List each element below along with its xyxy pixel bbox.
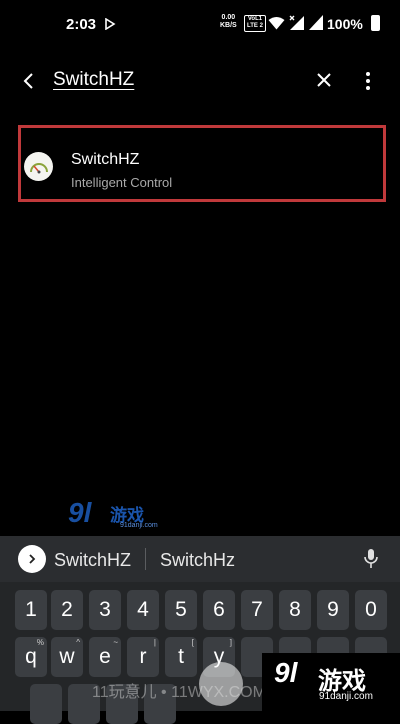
network-speed-value: 0.00 bbox=[221, 14, 236, 21]
watermark-text: 11玩意儿 • 11WYX.COM bbox=[92, 684, 266, 701]
play-store-notification-icon bbox=[104, 17, 116, 35]
key-3[interactable]: 3 bbox=[89, 590, 121, 630]
key-w-label: w bbox=[59, 645, 75, 668]
search-header: SwitchHZ bbox=[0, 55, 400, 107]
microphone-icon[interactable] bbox=[362, 548, 380, 570]
watermark-logo-domain: 91danji.com bbox=[120, 522, 158, 529]
key-1[interactable]: 1 bbox=[15, 590, 47, 630]
network-speed: 0.00 KB/S bbox=[220, 14, 237, 30]
corner-logo-mark: 9l bbox=[274, 657, 298, 688]
key-t-hint: [ bbox=[191, 638, 194, 647]
key-5[interactable]: 5 bbox=[165, 590, 197, 630]
expand-suggestions-icon[interactable] bbox=[18, 545, 46, 573]
network-speed-unit: KB/S bbox=[220, 22, 237, 29]
key-t-label: t bbox=[178, 645, 184, 668]
key-7[interactable]: 7 bbox=[241, 590, 273, 630]
key-4[interactable]: 4 bbox=[127, 590, 159, 630]
watermark-corner-logo: 9l 游戏 91danji.com bbox=[262, 653, 400, 711]
key-r-hint: | bbox=[153, 638, 156, 647]
key-w-hint: ^ bbox=[76, 638, 80, 647]
key-y-hint: ] bbox=[229, 638, 232, 647]
suggestion-2[interactable]: SwitchHz bbox=[160, 550, 235, 571]
key-e-label: e bbox=[99, 645, 111, 668]
wifi-icon bbox=[268, 16, 285, 29]
watermark-logo: 9l 游戏 91danji.com bbox=[68, 497, 168, 533]
key-9[interactable]: 9 bbox=[317, 590, 349, 630]
key-e[interactable]: e ~ bbox=[89, 637, 121, 677]
suggestion-divider bbox=[145, 548, 146, 570]
key-6[interactable]: 6 bbox=[203, 590, 235, 630]
volte-indicator: VoL1 LTE 2 bbox=[244, 15, 266, 32]
key-0[interactable]: 0 bbox=[355, 590, 387, 630]
key-8[interactable]: 8 bbox=[279, 590, 311, 630]
result-app-subtitle: Intelligent Control bbox=[71, 175, 173, 190]
status-icons bbox=[268, 15, 323, 30]
status-time: 2:03 bbox=[66, 16, 97, 33]
signal-x-icon bbox=[289, 15, 304, 30]
battery-icon bbox=[371, 15, 380, 31]
back-arrow-icon[interactable] bbox=[18, 69, 42, 93]
key-r[interactable]: r | bbox=[127, 637, 159, 677]
key-a[interactable] bbox=[30, 684, 62, 724]
key-q-hint: % bbox=[36, 638, 44, 647]
search-result-item[interactable]: SwitchHZ Intelligent Control bbox=[18, 125, 386, 202]
key-r-label: r bbox=[139, 645, 147, 668]
volte-label-top: VoL1 bbox=[247, 16, 263, 22]
battery-percentage: 100% bbox=[327, 16, 363, 32]
watermark-logo-mark: 9l bbox=[68, 497, 92, 528]
key-q[interactable]: q% bbox=[15, 637, 47, 677]
corner-logo-domain: 91danji.com bbox=[319, 691, 373, 702]
search-input[interactable]: SwitchHZ bbox=[53, 69, 134, 91]
key-q-label: q bbox=[25, 645, 37, 668]
more-options-icon[interactable] bbox=[360, 69, 376, 93]
volte-label-bottom: LTE 2 bbox=[247, 23, 263, 29]
key-e-hint: ~ bbox=[113, 638, 118, 647]
suggestion-1[interactable]: SwitchHZ bbox=[54, 550, 131, 571]
result-app-name: SwitchHZ bbox=[71, 151, 140, 168]
suggestion-strip: SwitchHZ SwitchHz bbox=[0, 536, 400, 582]
signal-icon bbox=[309, 15, 323, 30]
key-2[interactable]: 2 bbox=[51, 590, 83, 630]
speedometer-app-icon bbox=[24, 152, 53, 181]
key-w[interactable]: w ^ bbox=[51, 637, 83, 677]
status-bar: 2:03 0.00 KB/S VoL1 LTE 2 100% bbox=[0, 0, 400, 50]
key-t[interactable]: t[ bbox=[165, 637, 197, 677]
clear-search-icon[interactable] bbox=[313, 69, 335, 91]
